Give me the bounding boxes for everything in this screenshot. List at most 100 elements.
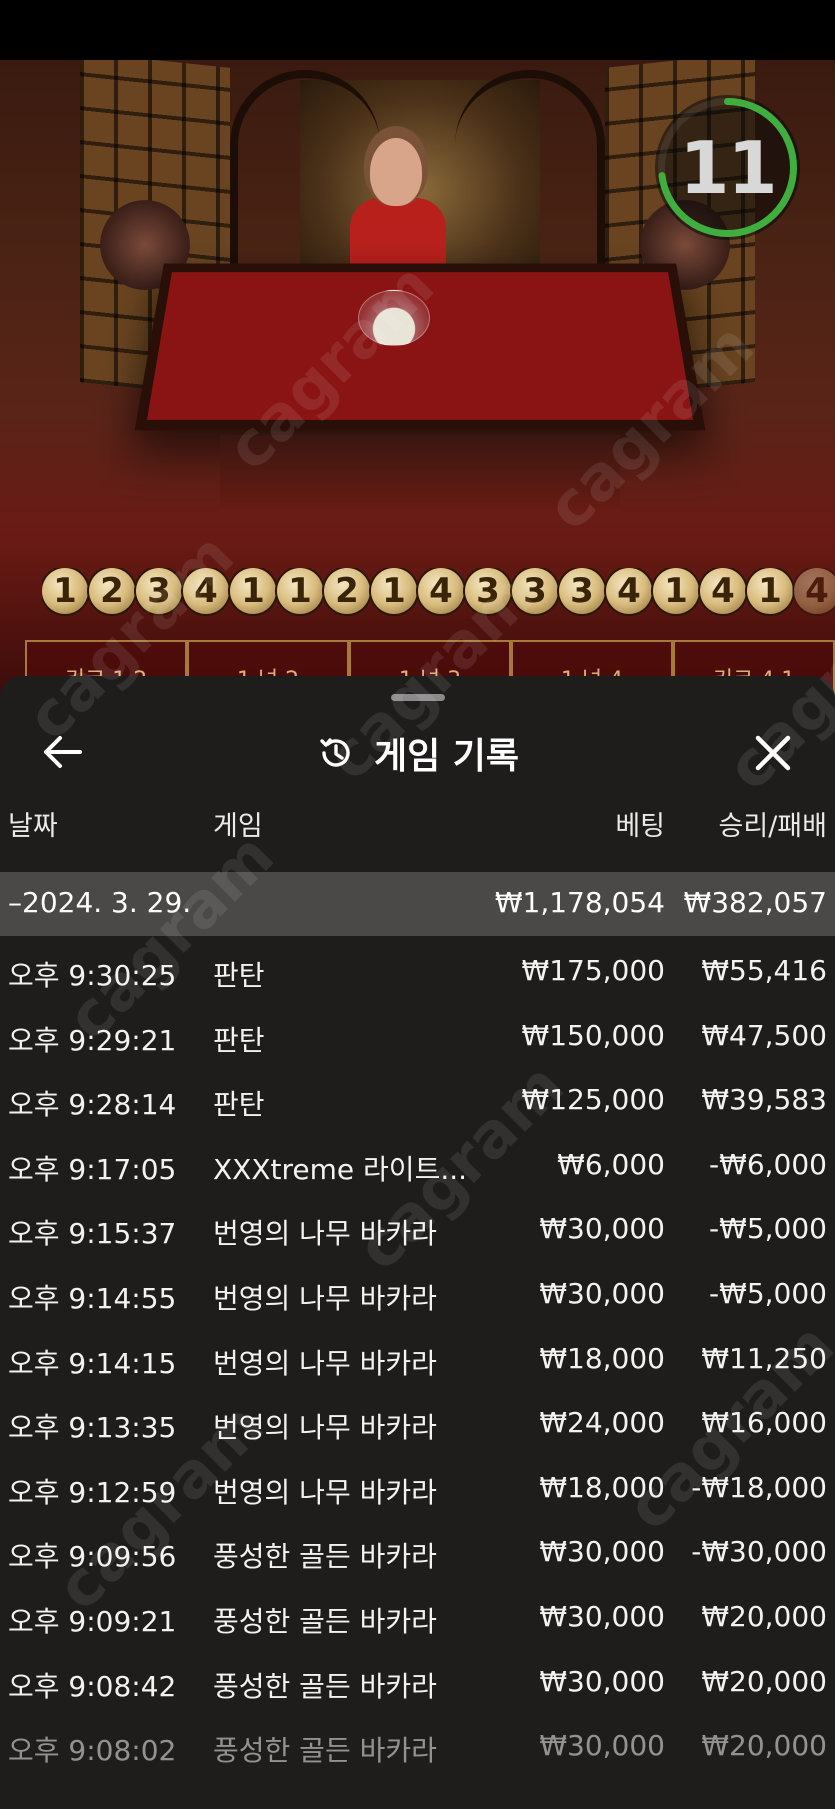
history-row[interactable]: 오후 9:17:05 XXXtreme 라이트... ₩6,000 -₩6,000 xyxy=(0,1134,835,1199)
history-row[interactable]: 오후 9:13:35 번영의 나무 바카라 ₩24,000 ₩16,000 xyxy=(0,1392,835,1457)
roadmap-result: 3 xyxy=(465,568,511,614)
row-bet: ₩30,000 xyxy=(539,1599,665,1633)
game-table xyxy=(134,263,706,431)
row-game: 풍성한 골든 바카라 xyxy=(213,1540,437,1574)
row-result: ₩11,250 xyxy=(701,1341,827,1375)
roadmap-result: 1 xyxy=(747,568,793,614)
row-game: 풍성한 골든 바카라 xyxy=(213,1734,437,1768)
row-bet: ₩24,000 xyxy=(539,1406,665,1440)
row-game: 번영의 나무 바카라 xyxy=(213,1217,437,1251)
history-row[interactable]: 오후 9:08:42 풍성한 골든 바카라 ₩30,000 ₩20,000 xyxy=(0,1651,835,1716)
roadmap-result: 4 xyxy=(183,568,229,614)
column-headers: 날짜 게임 베팅 승리/패배 xyxy=(0,804,835,848)
dealer-head xyxy=(370,138,422,206)
history-row[interactable]: 오후 9:12:59 번영의 나무 바카라 ₩18,000 -₩18,000 xyxy=(0,1457,835,1522)
row-game: 풍성한 골든 바카라 xyxy=(213,1604,437,1638)
roadmap-result: 3 xyxy=(559,568,605,614)
roadmap-result: 1 xyxy=(277,568,323,614)
row-time: 오후 9:28:14 xyxy=(8,1088,177,1122)
sheet-header: 게임 기록 xyxy=(0,718,835,788)
roadmap-result: 1 xyxy=(653,568,699,614)
history-row[interactable]: 오후 9:15:37 번영의 나무 바카라 ₩30,000 -₩5,000 xyxy=(0,1198,835,1263)
row-result: ₩47,500 xyxy=(701,1018,827,1052)
row-bet: ₩175,000 xyxy=(521,954,665,987)
back-button[interactable] xyxy=(38,730,88,774)
column-game: 게임 xyxy=(213,811,263,842)
column-date: 날짜 xyxy=(8,811,58,842)
row-time: 오후 9:17:05 xyxy=(8,1152,177,1186)
roadmap-result: 2 xyxy=(324,568,370,614)
history-row[interactable]: 오후 9:09:56 풍성한 골든 바카라 ₩30,000 -₩30,000 xyxy=(0,1521,835,1586)
roadmap-result: 3 xyxy=(512,568,558,614)
row-result: ₩39,583 xyxy=(701,1083,827,1117)
row-result: -₩5,000 xyxy=(709,1276,827,1310)
row-game: 판탄 xyxy=(213,1023,265,1057)
row-time: 오후 9:09:21 xyxy=(8,1604,177,1638)
column-bet: 베팅 xyxy=(615,811,665,842)
history-row[interactable]: 오후 9:09:21 풍성한 골든 바카라 ₩30,000 ₩20,000 xyxy=(0,1586,835,1651)
history-row[interactable]: 오후 9:08:02 풍성한 골든 바카라 ₩30,000 ₩20,000 xyxy=(0,1715,835,1780)
title-group: 게임 기록 xyxy=(0,718,835,788)
row-game: 판탄 xyxy=(213,959,265,992)
row-game: 번영의 나무 바카라 xyxy=(213,1411,437,1445)
roadmap-result: 1 xyxy=(371,568,417,614)
row-time: 오후 9:13:35 xyxy=(8,1411,177,1445)
row-result: -₩18,000 xyxy=(691,1470,827,1504)
roadmap-result: 1 xyxy=(230,568,276,614)
row-time: 오후 9:09:56 xyxy=(8,1540,177,1574)
row-bet: ₩30,000 xyxy=(539,1664,665,1698)
row-game: 번영의 나무 바카라 xyxy=(213,1346,437,1380)
row-time: 오후 9:29:21 xyxy=(8,1023,177,1057)
row-result: ₩20,000 xyxy=(701,1599,827,1633)
row-game: 번영의 나무 바카라 xyxy=(213,1475,437,1509)
history-row[interactable]: 오후 9:28:14 판탄 ₩125,000 ₩39,583 xyxy=(0,1069,835,1134)
row-game: 풍성한 골든 바카라 xyxy=(213,1669,437,1703)
table-pedestal xyxy=(220,435,620,515)
history-clock-icon xyxy=(320,738,350,767)
history-row[interactable]: 오후 9:14:55 번영의 나무 바카라 ₩30,000 -₩5,000 xyxy=(0,1263,835,1328)
roadmap-result: 4 xyxy=(700,568,746,614)
roadmap-result: 2 xyxy=(89,568,135,614)
roadmap-result: 4 xyxy=(606,568,652,614)
close-button[interactable] xyxy=(748,728,798,778)
row-bet: ₩18,000 xyxy=(539,1341,665,1375)
row-game: 번영의 나무 바카라 xyxy=(213,1281,437,1315)
row-bet: ₩30,000 xyxy=(539,1535,665,1569)
roadmap-result: 1 xyxy=(42,568,88,614)
roadmap-result: 4 xyxy=(418,568,464,614)
row-bet: ₩30,000 xyxy=(539,1729,665,1763)
arrow-left-icon xyxy=(44,736,82,768)
history-row[interactable]: 오후 9:30:25 판탄 ₩175,000 ₩55,416 xyxy=(0,940,835,1005)
date-group-result-total: ₩382,057 xyxy=(683,886,827,919)
row-bet: ₩150,000 xyxy=(521,1018,665,1052)
close-icon xyxy=(755,735,791,771)
row-time: 오후 9:15:37 xyxy=(8,1217,177,1251)
row-time: 오후 9:14:15 xyxy=(8,1346,177,1380)
roadmap-result: 4 xyxy=(794,568,835,614)
history-list: 오후 9:30:25 판탄 ₩175,000 ₩55,416 오후 9:29:21 판탄 ₩… xyxy=(0,940,835,1780)
row-bet: ₩30,000 xyxy=(539,1212,665,1246)
date-group-row[interactable]: –2024. 3. 29. ₩1,178,054 ₩382,057 xyxy=(0,872,835,936)
row-result: ₩16,000 xyxy=(701,1406,827,1440)
row-bet: ₩125,000 xyxy=(521,1083,665,1117)
row-time: 오후 9:08:02 xyxy=(8,1734,177,1768)
row-result: ₩20,000 xyxy=(701,1729,827,1763)
row-game: XXXtreme 라이트... xyxy=(213,1152,468,1186)
drag-handle[interactable] xyxy=(391,694,445,701)
column-result: 승리/패배 xyxy=(718,811,827,842)
row-game: 판탄 xyxy=(213,1088,265,1122)
row-result: -₩30,000 xyxy=(691,1535,827,1569)
row-result: ₩55,416 xyxy=(701,954,827,987)
countdown-timer: 11 xyxy=(655,95,800,240)
history-row[interactable]: 오후 9:29:21 판탄 ₩150,000 ₩47,500 xyxy=(0,1005,835,1070)
row-time: 오후 9:14:55 xyxy=(8,1281,177,1315)
history-sheet: 게임 기록 날짜 게임 베팅 승리/패배 –2024. 3. 29. ₩1,17… xyxy=(0,676,835,1809)
timer-value: 11 xyxy=(679,125,777,210)
bead-bowl xyxy=(358,290,430,346)
page-title: 게임 기록 xyxy=(373,736,519,777)
row-time: 오후 9:08:42 xyxy=(8,1669,177,1703)
date-group-bet-total: ₩1,178,054 xyxy=(494,886,665,919)
history-row[interactable]: 오후 9:14:15 번영의 나무 바카라 ₩18,000 ₩11,250 xyxy=(0,1328,835,1393)
row-time: 오후 9:30:25 xyxy=(8,959,177,992)
roadmap-result: 3 xyxy=(136,568,182,614)
